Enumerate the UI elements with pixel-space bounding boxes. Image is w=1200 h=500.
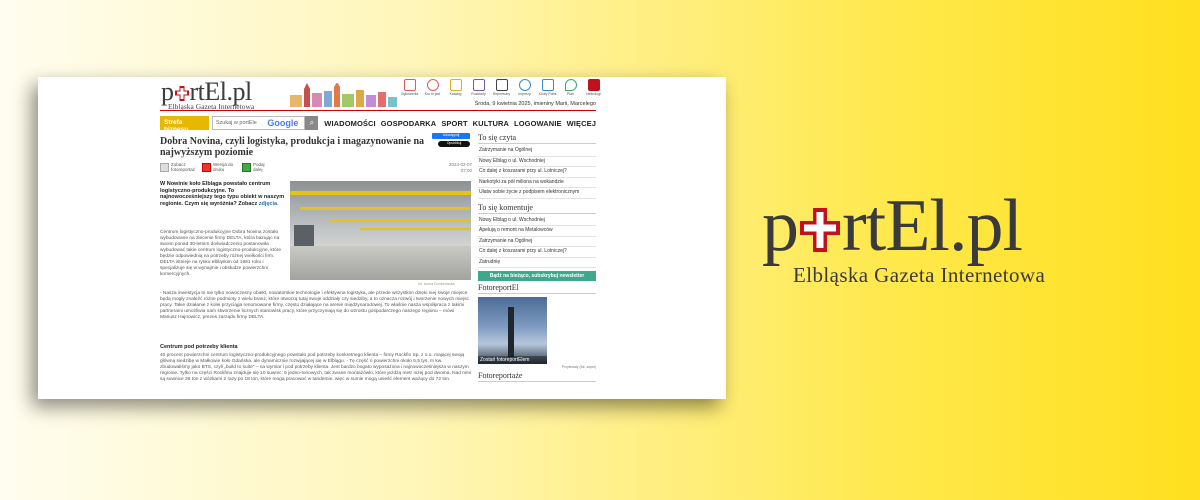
search-input[interactable]: Szukaj w portEle Google: [211, 116, 306, 130]
hot-heading: To się czyta: [478, 133, 596, 144]
bus-icon: [472, 79, 485, 91]
menu-sport[interactable]: SPORT: [441, 119, 467, 128]
photo-credit: fot. Iwona Dombrowska: [418, 282, 455, 286]
menu-kultura[interactable]: KULTURA: [473, 119, 509, 128]
website-screenshot: p rtEl.pl Elbląska Gazeta Internetowa Ogł…: [38, 77, 726, 399]
elblag-cross-icon: [799, 192, 841, 252]
folder-icon: [449, 79, 462, 91]
article: Dobra Novina, czyli logistyka, produkcja…: [160, 133, 472, 382]
article-photo-warehouse[interactable]: [290, 181, 471, 280]
elblag-cross-icon: [174, 81, 190, 101]
person-icon: [426, 79, 439, 91]
service-repertuary[interactable]: Repertuary: [490, 79, 513, 96]
service-kto-to-jest[interactable]: Kto to jest: [421, 79, 444, 96]
hot-item[interactable]: Ułatw sobie życie z podpisem elektronicz…: [478, 188, 596, 199]
search-icon: ⌕: [309, 118, 315, 127]
service-rozklady[interactable]: Rozkłady: [467, 79, 490, 96]
google-logo: Google: [267, 118, 299, 128]
menu-wiadomosci[interactable]: WIADOMOŚCI: [324, 119, 375, 128]
hot-item[interactable]: Co dalej z koszarami przy ul. Lotniczej?: [478, 167, 596, 178]
logo-text: rtEl.pl: [842, 185, 1023, 267]
hot-item[interactable]: Narkotyki za pół miliona na wokandzie: [478, 178, 596, 188]
portel-logo-large: p rtEl.pl: [762, 185, 1023, 267]
print-icon: [202, 162, 211, 172]
tower-silhouette: [508, 307, 514, 357]
comment-item[interactable]: Nowy Elbląg o ul. Wschodniej: [478, 216, 596, 226]
service-katalog[interactable]: Katalog: [444, 79, 467, 96]
article-toolbar: Zobacz fotoreportaż Wersja do druku Poda…: [160, 160, 472, 176]
menu-logowanie[interactable]: LOGOWANIE: [514, 119, 562, 128]
crane-beam: [290, 191, 471, 195]
comment-item[interactable]: Apelują o remont na Metalowców: [478, 226, 596, 237]
site-header: p rtEl.pl Elbląska Gazeta Internetowa Ogł…: [38, 77, 726, 113]
article-paragraph: - Nasza inwestycja to nie tylko nowoczes…: [160, 291, 469, 320]
foto-heading: FotoreportEl: [478, 283, 596, 294]
cross-icon: [587, 79, 600, 91]
glass-icon: [541, 79, 554, 91]
strefa-biznesu-button[interactable]: Strefa biznesu: [160, 116, 209, 133]
service-imprezy[interactable]: Imprezy: [513, 79, 536, 96]
service-plan[interactable]: Plan: [559, 79, 582, 96]
film-icon: [495, 79, 508, 91]
music-icon: [518, 79, 531, 91]
article-title: Dobra Novina, czyli logistyka, produkcja…: [160, 136, 424, 158]
header-date: Środa, 9 kwietnia 2025, imieniny Marii, …: [474, 101, 596, 107]
crane-beam: [360, 228, 471, 230]
menu-gospodarka[interactable]: GOSPODARKA: [381, 119, 437, 128]
camera-icon: [160, 162, 169, 172]
foto-caption: Zostań fotoreportElem: [478, 356, 547, 364]
crane-beam: [300, 207, 470, 210]
logo-subtitle-large: Elbląska Gazeta Internetowa: [793, 263, 1046, 287]
header-service-icons: Ogłoszenia Kto to jest Katalog Rozkłady …: [398, 79, 605, 96]
city-skyline-illustration: [290, 83, 397, 107]
sidebar: To się czyta Zatrzymanie na Ogólnej Nowy…: [478, 133, 596, 384]
article-subheading: Centrum pod potrzeby klienta: [160, 344, 238, 350]
fotoreportaz-link[interactable]: Zobacz fotoreportaż: [160, 162, 197, 172]
menu-wiecej[interactable]: WIĘCEJ: [567, 119, 596, 128]
menu-items: WIADOMOŚCI GOSPODARKA SPORT KULTURA LOGO…: [324, 119, 596, 128]
comment-item[interactable]: Zatrudnię: [478, 258, 596, 268]
print-link[interactable]: Wersja do druku: [202, 162, 235, 172]
crane-beam: [330, 219, 471, 222]
service-nekrologi[interactable]: Nekrologi: [582, 79, 605, 96]
photos-link[interactable]: zdjęcia.: [259, 201, 279, 207]
article-lead: W Nowinie koło Elbląga powstało centrum …: [160, 181, 285, 207]
article-datetime: 2024-02-07 07:00: [448, 162, 472, 173]
newspaper-icon: [403, 79, 416, 91]
newsletter-button[interactable]: Bądź na bieżąco, subskrybuj newsletter: [478, 271, 596, 281]
hot-item[interactable]: Nowy Elbląg o ul. Wschodniej: [478, 157, 596, 167]
comment-item[interactable]: Co dalej z koszarami przy ul. Lotniczej?: [478, 247, 596, 258]
main-nav: Strefa biznesu Szukaj w portEle Google ⌕ …: [160, 115, 596, 133]
service-kluby[interactable]: Kluby Pubs: [536, 79, 559, 96]
share-link[interactable]: Podaj dalej: [242, 162, 271, 172]
foto-credit: Przyleciały (fot. sopel): [561, 365, 596, 369]
pin-icon: [564, 79, 577, 91]
share-icon: [242, 162, 251, 172]
header-divider: [160, 110, 596, 111]
logo-letter-p: p: [762, 185, 799, 267]
warehouse-floor: [290, 246, 471, 280]
hot-item[interactable]: Zatrzymanie na Ogólnej: [478, 146, 596, 157]
article-paragraph: Centrum logistyczno-produkcyjne Dobra No…: [160, 230, 282, 277]
search-button[interactable]: ⌕: [305, 116, 319, 130]
fotoreportaze-heading: Fotoreportaże: [478, 371, 596, 382]
fotoreportel-image[interactable]: Zostań fotoreportElem: [478, 297, 547, 364]
comment-item[interactable]: Zatrzymanie na Ogólnej: [478, 237, 596, 247]
service-ogloszenia[interactable]: Ogłoszenia: [398, 79, 421, 96]
article-paragraph: 40 procent powierzchni centrum logistycz…: [160, 353, 472, 382]
comments-heading: To się komentuje: [478, 203, 596, 214]
